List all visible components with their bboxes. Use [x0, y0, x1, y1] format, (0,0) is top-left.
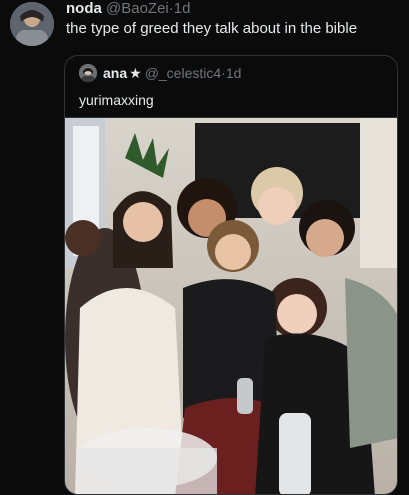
quoted-tweet-header: ana ★ @_celestic4·1d: [103, 64, 241, 82]
star-icon: ★: [129, 65, 142, 81]
tweet-text: the type of greed they talk about in the…: [66, 20, 358, 37]
user-avatar-icon: [10, 2, 54, 46]
quoted-photo[interactable]: [65, 117, 397, 494]
tweet: noda @BaoZei·1d the type of greed they t…: [0, 0, 409, 495]
quoted-tweet-text: yurimaxxing: [79, 92, 154, 108]
author-handle[interactable]: @BaoZei: [106, 0, 169, 17]
quoted-timestamp[interactable]: 1d: [226, 65, 242, 81]
tweet-header: noda @BaoZei·1d: [66, 0, 190, 18]
group-photo-icon: [65, 118, 397, 494]
quoted-tweet[interactable]: ana ★ @_celestic4·1d yurimaxxing: [64, 55, 398, 495]
quoted-author-handle[interactable]: @_celestic4: [145, 65, 221, 81]
quoted-author-avatar[interactable]: [79, 64, 97, 82]
author-name[interactable]: noda: [66, 0, 102, 17]
quoted-author-name[interactable]: ana: [103, 65, 127, 81]
author-avatar[interactable]: [10, 2, 54, 46]
timestamp[interactable]: 1d: [174, 0, 191, 17]
user-avatar-icon: [79, 64, 97, 82]
